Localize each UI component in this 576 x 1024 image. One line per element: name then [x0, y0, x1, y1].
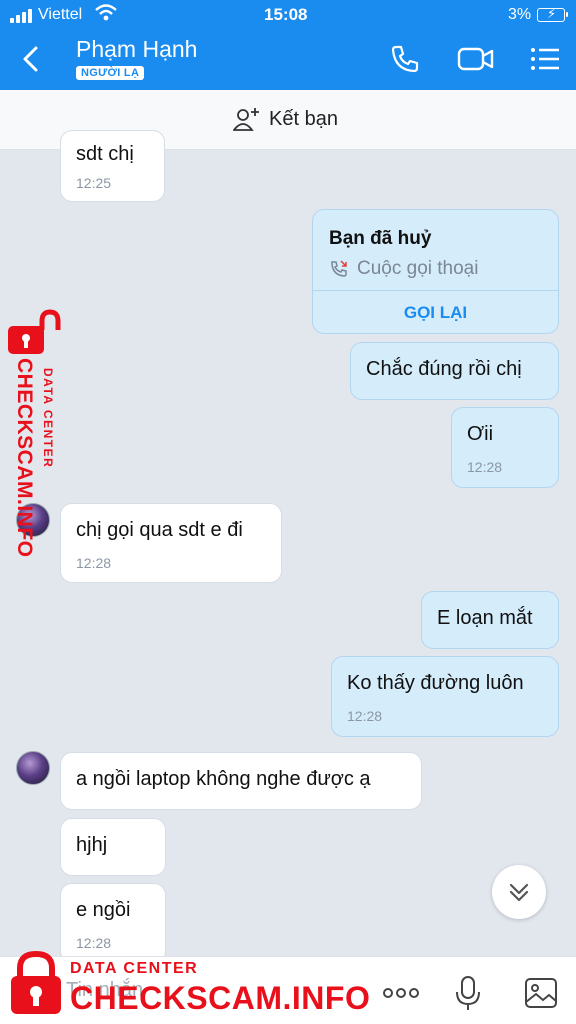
message-time: 12:28	[347, 708, 383, 724]
send-image-button[interactable]	[523, 975, 559, 1011]
add-friend-button[interactable]: Kết bạn	[233, 106, 338, 132]
more-button[interactable]	[382, 975, 419, 1011]
status-bar: Viettel 15:08 3% ⚡	[0, 0, 576, 30]
message-bubble-received[interactable]: hjhj	[60, 818, 166, 876]
carrier-name: Viettel	[38, 6, 83, 23]
message-text: Chắc đúng rồi chị	[366, 358, 522, 380]
more-icon	[383, 988, 419, 998]
message-text: E loạn mắt	[437, 607, 533, 629]
message-time: 12:28	[76, 555, 112, 571]
clock: 15:08	[264, 5, 308, 24]
message-bubble-sent[interactable]: Chắc đúng rồi chị	[350, 342, 559, 400]
message-time: 12:28	[467, 459, 503, 475]
microphone-icon	[456, 976, 480, 1010]
watermark-bottom: DATA CENTER CHECKSCAM.INFO	[8, 946, 370, 1022]
avatar[interactable]	[16, 751, 50, 785]
message-bubble-sent[interactable]: E loạn mắt	[421, 591, 559, 649]
missed-call-icon	[331, 260, 347, 277]
contact-name[interactable]: Phạm Hạnh	[76, 36, 197, 63]
video-call-button[interactable]	[457, 42, 494, 76]
message-text: Ơii	[467, 423, 494, 445]
message-bubble-received[interactable]: sdt chị 12:25	[60, 130, 165, 202]
message-text: a ngồi laptop không nghe được ạ	[76, 768, 371, 790]
message-bubble-sent[interactable]: Ko thấy đường luôn 12:28	[331, 656, 559, 737]
options-menu-button[interactable]	[528, 42, 562, 76]
video-call-icon	[457, 47, 494, 71]
watermark-caption: DATA CENTER	[70, 960, 199, 977]
menu-list-icon	[531, 48, 559, 70]
image-icon	[525, 978, 557, 1008]
message-text: e ngồi	[76, 899, 131, 921]
message-text: sdt chị	[76, 143, 134, 165]
battery-percent: 3%	[508, 6, 532, 23]
message-text: chị gọi qua sdt e đi	[76, 519, 243, 541]
watermark-side: CHECKSCAM.INFO DATA CENTER	[2, 308, 64, 598]
lock-icon	[8, 309, 61, 354]
stranger-badge: NGƯỜI LẠ	[76, 66, 145, 80]
back-icon	[23, 46, 38, 72]
add-friend-label: Kết bạn	[269, 107, 338, 130]
watermark-brand: CHECKSCAM.INFO	[70, 980, 371, 1016]
voice-record-button[interactable]	[450, 975, 486, 1011]
phone-icon	[391, 45, 419, 73]
message-text: Ko thấy đường luôn	[347, 672, 524, 694]
call-card[interactable]: Bạn đã huỷ Cuộc gọi thoại GỌI LẠI	[312, 209, 559, 334]
chat-header: Viettel 15:08 3% ⚡ Phạm Hạnh NGƯỜI LẠ	[0, 0, 576, 90]
call-type: Cuộc gọi thoại	[329, 258, 478, 280]
back-button[interactable]	[16, 42, 46, 76]
scroll-to-bottom-button[interactable]	[492, 865, 546, 919]
wifi-icon	[95, 4, 117, 27]
call-back-button[interactable]: GỌI LẠI	[313, 291, 558, 334]
chevron-double-down-icon	[509, 883, 529, 902]
message-bubble-sent[interactable]: Ơii 12:28	[451, 407, 559, 488]
message-time: 12:25	[76, 175, 112, 191]
lock-icon	[11, 950, 61, 1014]
message-bubble-received[interactable]: a ngồi laptop không nghe được ạ	[60, 752, 422, 810]
message-text: hjhj	[76, 834, 108, 856]
watermark-brand: CHECKSCAM.INFO	[13, 358, 36, 558]
call-type-label: Cuộc gọi thoại	[357, 258, 479, 279]
battery-icon: ⚡	[537, 6, 568, 22]
message-bubble-received[interactable]: chị gọi qua sdt e đi 12:28	[60, 503, 282, 583]
watermark-caption: DATA CENTER	[41, 368, 55, 469]
add-friend-icon	[233, 108, 259, 131]
signal-icon	[10, 9, 32, 23]
voice-call-button[interactable]	[388, 42, 422, 76]
call-status: Bạn đã huỷ	[329, 228, 432, 249]
